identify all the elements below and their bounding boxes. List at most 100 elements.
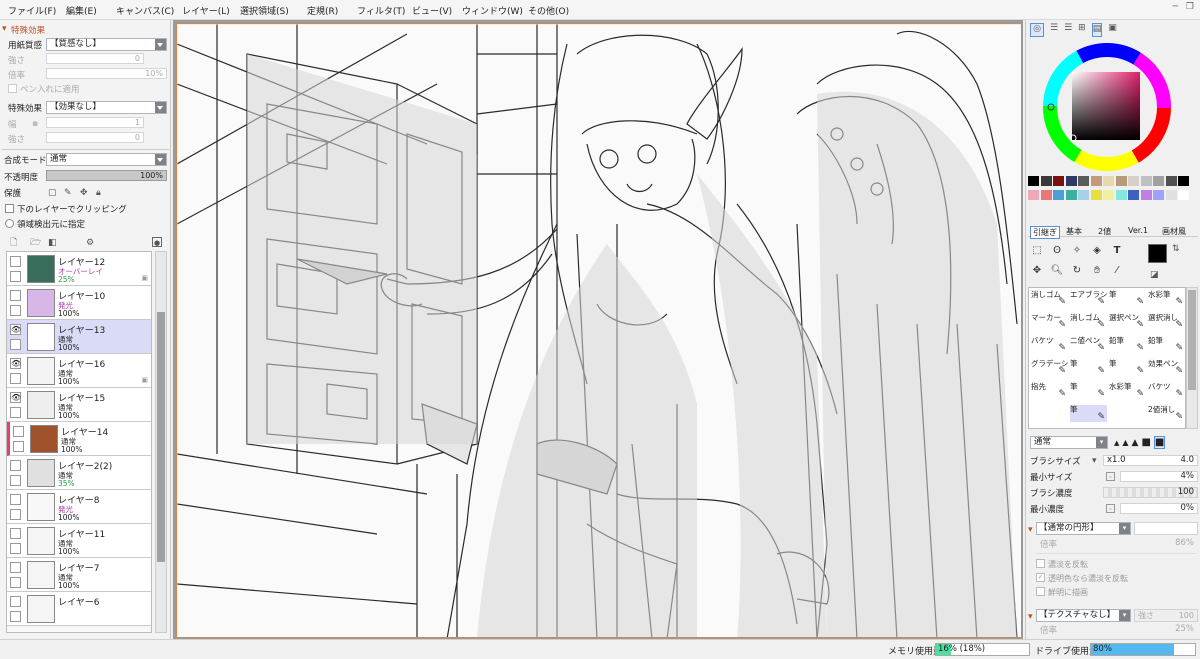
- brush-cell[interactable]: バケツ ✎: [1148, 382, 1185, 399]
- minimize-icon[interactable]: ─: [1173, 2, 1178, 12]
- visibility-toggle[interactable]: 👁︎: [10, 392, 21, 403]
- collapse-arrow-icon[interactable]: ▾: [1028, 612, 1033, 622]
- pen-apply-checkbox[interactable]: [8, 84, 17, 93]
- zoom-icon[interactable]: 🔍︎: [1050, 264, 1064, 278]
- layer-select-box[interactable]: [10, 475, 21, 486]
- scale-slider[interactable]: 10%: [46, 68, 167, 79]
- brush-cell[interactable]: 鉛筆 ✎: [1148, 336, 1185, 353]
- width-slider[interactable]: 1: [46, 117, 144, 128]
- opacity-slider[interactable]: 100%: [46, 170, 167, 181]
- color-swatch[interactable]: [1153, 190, 1164, 200]
- protect-lock-icon[interactable]: 🔒︎: [96, 188, 101, 198]
- brush-blend-dropdown[interactable]: 通常 ▾: [1030, 436, 1108, 449]
- swap-colors-icon[interactable]: ⇅: [1172, 244, 1180, 254]
- invert-checkbox[interactable]: [1036, 559, 1045, 568]
- color-swatch[interactable]: [1053, 190, 1064, 200]
- brush-cell[interactable]: 二値ペン ✎: [1070, 336, 1107, 353]
- brush-cell[interactable]: 筆 ✎: [1070, 405, 1107, 422]
- visibility-toggle[interactable]: [10, 256, 21, 267]
- hsv-slider-tab-icon[interactable]: ☰: [1064, 23, 1072, 37]
- brush-size-slider[interactable]: x1.0 4.0: [1103, 455, 1198, 466]
- color-swatch[interactable]: [1090, 190, 1102, 200]
- effect-dropdown[interactable]: 【効果なし】: [46, 101, 167, 114]
- layer-select-box[interactable]: [10, 611, 21, 622]
- color-swatch[interactable]: [1078, 176, 1089, 186]
- visibility-toggle[interactable]: 👁︎: [10, 358, 21, 369]
- visibility-toggle[interactable]: [13, 426, 24, 437]
- panel-toggle-icon[interactable]: ●: [152, 237, 162, 247]
- brush-cell[interactable]: グラデーション✎: [1031, 359, 1068, 376]
- menu-edit[interactable]: 編集(E): [66, 4, 97, 17]
- layer-select-box[interactable]: [10, 543, 21, 554]
- layer-row[interactable]: レイヤー12 オーバーレイ 25% ▣: [7, 252, 151, 286]
- color-swatch[interactable]: [1040, 176, 1052, 186]
- lasso-icon[interactable]: ʘ: [1050, 244, 1064, 258]
- color-swatch[interactable]: [1090, 176, 1102, 186]
- strength2-slider[interactable]: 0: [46, 132, 144, 143]
- color-swatch[interactable]: [1103, 190, 1114, 200]
- brush-cell[interactable]: [1031, 405, 1068, 422]
- shape-small-icon[interactable]: ▲: [1122, 438, 1128, 447]
- visibility-toggle[interactable]: 👁︎: [10, 324, 21, 335]
- brush-cell[interactable]: 筆 ✎: [1109, 290, 1146, 307]
- tab-binary[interactable]: 2値: [1098, 226, 1111, 237]
- size-dropdown-icon[interactable]: ▾: [1092, 456, 1097, 466]
- min-size-slider[interactable]: 4%: [1120, 471, 1198, 482]
- color-swatch[interactable]: [1128, 176, 1139, 186]
- effects-section-header[interactable]: ▾ 特殊効果: [0, 23, 171, 37]
- color-swatch[interactable]: [1165, 176, 1177, 186]
- texture-strength-slider[interactable]: 強さ 100: [1134, 609, 1198, 622]
- brush-cell[interactable]: エアブラシ ✎: [1070, 290, 1107, 307]
- color-swatch[interactable]: [1128, 190, 1139, 200]
- brush-cell[interactable]: バケツ ✎: [1031, 336, 1068, 353]
- rotate-icon[interactable]: ↻: [1070, 264, 1084, 278]
- layer-row[interactable]: 👁︎ レイヤー13 通常 100%: [7, 320, 151, 354]
- artwork-canvas[interactable]: [176, 23, 1022, 638]
- shape-medium-icon[interactable]: ▲: [1132, 438, 1139, 448]
- visibility-toggle[interactable]: [10, 596, 21, 607]
- rgb-slider-tab-icon[interactable]: ☰: [1050, 23, 1058, 37]
- select-pen-icon[interactable]: ◈: [1090, 244, 1104, 258]
- menu-window[interactable]: ウィンドウ(W): [462, 4, 523, 17]
- new-mask-icon[interactable]: ◧: [48, 238, 57, 248]
- shape-large-icon[interactable]: ■: [1141, 437, 1150, 448]
- tab-inherit[interactable]: 引継ぎ: [1030, 226, 1060, 239]
- menu-file[interactable]: ファイル(F): [8, 4, 56, 17]
- tab-art-media[interactable]: 画材風: [1162, 226, 1186, 237]
- restore-icon[interactable]: ❐: [1186, 2, 1194, 12]
- protect-move-icon[interactable]: ✥: [80, 188, 88, 198]
- layer-row[interactable]: 👁︎ レイヤー16 通常 100% ▣: [7, 354, 151, 388]
- scratchpad-tab-icon[interactable]: ▣: [1108, 23, 1117, 37]
- color-wheel[interactable]: [1042, 42, 1172, 172]
- color-wheel-tab-icon[interactable]: ◎: [1030, 23, 1044, 37]
- move-icon[interactable]: ✥: [1030, 264, 1044, 278]
- min-density-pressure-icon[interactable]: ◦: [1106, 504, 1115, 513]
- brush-grid-scrollbar[interactable]: [1186, 287, 1198, 429]
- foreground-color[interactable]: [1148, 244, 1167, 263]
- layer-row[interactable]: 👁︎ レイヤー15 通常 100%: [7, 388, 151, 422]
- magic-wand-icon[interactable]: ✧: [1070, 244, 1084, 258]
- eyedropper-icon[interactable]: ⁄: [1110, 264, 1124, 278]
- color-swatch[interactable]: [1165, 190, 1177, 200]
- min-size-pressure-icon[interactable]: ◦: [1106, 472, 1115, 481]
- color-swatch[interactable]: [1078, 190, 1089, 200]
- detect-source-radio[interactable]: [5, 219, 14, 228]
- brush-cell[interactable]: 消しゴム ✎: [1070, 313, 1107, 330]
- tab-basic[interactable]: 基本: [1066, 226, 1082, 237]
- layer-row[interactable]: レイヤー8 発光 100%: [7, 490, 151, 524]
- color-swatch[interactable]: [1028, 190, 1039, 200]
- brush-cell[interactable]: マーカー ✎: [1031, 313, 1068, 330]
- visibility-toggle[interactable]: [10, 562, 21, 573]
- reset-colors-icon[interactable]: ◪: [1150, 270, 1159, 280]
- strength-slider[interactable]: 0: [46, 53, 144, 64]
- layer-select-box[interactable]: [10, 271, 21, 282]
- clipping-checkbox[interactable]: [5, 204, 14, 213]
- tab-ver1[interactable]: Ver.1: [1128, 226, 1148, 235]
- color-swatch[interactable]: [1153, 176, 1164, 186]
- menu-canvas[interactable]: キャンバス(C): [116, 4, 174, 17]
- layer-row[interactable]: レイヤー10 発光 100%: [7, 286, 151, 320]
- visibility-toggle[interactable]: [10, 494, 21, 505]
- color-swatch[interactable]: [1140, 176, 1152, 186]
- layer-select-box[interactable]: [10, 339, 21, 350]
- palette-tab-icon[interactable]: ▤: [1091, 23, 1103, 37]
